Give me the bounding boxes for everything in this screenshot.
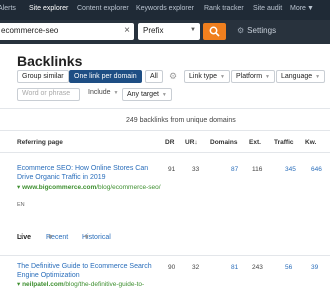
referring-page-title[interactable]: The Definitive Guide to Ecommerce Search…: [17, 263, 165, 280]
search-icon: [209, 26, 220, 37]
chevron-down-icon: ▼: [161, 92, 167, 98]
cell-ur: 33: [192, 166, 200, 173]
gear-icon[interactable]: ⚙: [169, 71, 177, 82]
divider: [0, 255, 330, 256]
divider: [0, 152, 330, 153]
header-kw[interactable]: Kw.: [305, 139, 316, 146]
language-dropdown[interactable]: Language ▼: [276, 70, 326, 83]
nav-more-label: More: [290, 5, 306, 12]
platform-dropdown[interactable]: Platform ▼: [231, 70, 275, 83]
gear-icon: ⚙: [237, 26, 245, 35]
mode-select[interactable]: Prefix ▼: [138, 23, 200, 40]
clear-icon[interactable]: ×: [124, 25, 130, 37]
any-target-dropdown[interactable]: Any target ▼: [122, 88, 172, 101]
cell-ext: 243: [252, 264, 263, 271]
link-type-dropdown[interactable]: Link type ▼: [184, 70, 230, 83]
any-target-label: Any target: [127, 91, 159, 98]
header-traffic[interactable]: Traffic: [274, 139, 294, 146]
chevron-down-icon: ▼: [265, 74, 270, 80]
chevron-down-icon: ▼: [219, 74, 225, 80]
url-domain: www.bigcommerce.com: [22, 184, 97, 191]
search-button[interactable]: [203, 23, 226, 40]
platform-label: Platform: [236, 73, 263, 80]
nav-more[interactable]: More▼: [290, 4, 314, 14]
cell-dr: 91: [168, 166, 176, 173]
link-type-label: Link type: [189, 73, 218, 80]
search-bar: ecommerce-seo × Prefix ▼ ⚙ Settings: [0, 20, 330, 44]
top-navigation: Alerts Site explorer Content explorer Ke…: [0, 0, 330, 20]
cell-kw[interactable]: 646: [311, 166, 322, 173]
referring-page-title[interactable]: Ecommerce SEO: How Online Stores Can Dri…: [17, 165, 165, 182]
header-dr[interactable]: DR: [165, 139, 174, 146]
chevron-down-icon: ▼: [306, 5, 314, 12]
cell-traffic[interactable]: 345: [285, 166, 296, 173]
nav-alerts[interactable]: Alerts: [0, 4, 16, 14]
chevron-down-icon: ▼: [190, 27, 196, 33]
search-input-placeholder: Word or phrase: [22, 90, 71, 97]
all-button[interactable]: All: [145, 70, 163, 83]
nav-site-audit[interactable]: Site audit: [253, 4, 282, 14]
referring-page-url[interactable]: ▾ www.bigcommerce.com/blog/ecommerce-seo…: [17, 184, 167, 192]
url-path: /blog/the-definitive-guide-to-: [63, 281, 145, 288]
chevron-down-icon: ▼: [113, 90, 119, 96]
divider: [0, 130, 330, 131]
cell-ext: 116: [252, 166, 263, 173]
include-label: Include: [88, 89, 111, 96]
language-badge: EN: [17, 202, 25, 208]
header-referring-page[interactable]: Referring page: [17, 139, 63, 146]
language-label: Language: [281, 73, 313, 80]
page-title: Backlinks: [17, 53, 83, 69]
referring-page-url[interactable]: ▾ neilpatel.com/blog/the-definitive-guid…: [17, 281, 167, 288]
backlinks-summary: 249 backlinks from unique domains: [126, 117, 236, 124]
cell-domains[interactable]: 81: [231, 264, 238, 271]
cell-kw[interactable]: 39: [311, 264, 318, 271]
url-path: /blog/ecommerce-seo/: [96, 184, 161, 191]
header-ur-label: UR: [185, 139, 195, 146]
settings-label: Settings: [247, 26, 277, 35]
one-link-per-domain-button[interactable]: One link per domain: [69, 70, 142, 83]
url-input[interactable]: ecommerce-seo ×: [0, 23, 134, 40]
search-input[interactable]: Word or phrase: [17, 88, 80, 101]
chevron-down-icon: ▼: [83, 234, 90, 241]
header-domains[interactable]: Domains: [210, 139, 237, 146]
divider: [0, 108, 330, 109]
nav-rank-tracker[interactable]: Rank tracker: [204, 4, 244, 14]
chevron-down-icon: ▼: [47, 234, 54, 241]
url-input-value: ecommerce-seo: [1, 26, 59, 35]
chevron-down-icon: ▼: [315, 74, 321, 80]
group-similar-button[interactable]: Group similar: [17, 70, 69, 83]
nav-content-explorer[interactable]: Content explorer: [77, 4, 129, 14]
cell-traffic[interactable]: 56: [285, 264, 292, 271]
header-ur[interactable]: UR↓: [185, 139, 198, 146]
cell-domains[interactable]: 87: [231, 166, 238, 173]
settings-link[interactable]: ⚙ Settings: [237, 26, 276, 35]
url-domain: neilpatel.com: [22, 281, 64, 288]
sort-arrow-icon: ↓: [194, 139, 198, 146]
nav-site-explorer[interactable]: Site explorer: [29, 4, 68, 14]
header-ext[interactable]: Ext.: [249, 139, 261, 146]
cell-dr: 90: [168, 264, 176, 271]
include-dropdown[interactable]: Include ▼: [88, 89, 118, 96]
cell-ur: 32: [192, 264, 200, 271]
nav-keywords-explorer[interactable]: Keywords explorer: [136, 4, 194, 14]
chevron-down-icon: ▼: [18, 234, 25, 241]
mode-select-value: Prefix: [143, 26, 164, 35]
